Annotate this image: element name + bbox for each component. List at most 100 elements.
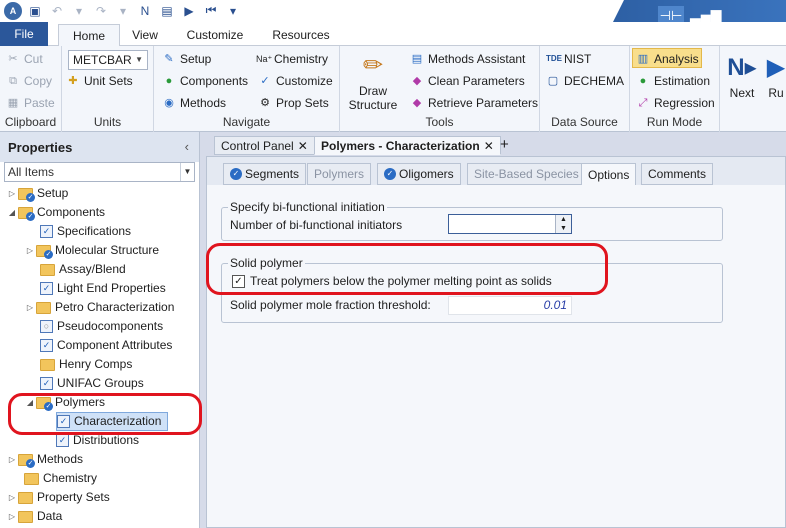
redo-icon[interactable]: ↷	[94, 4, 108, 18]
paste-button[interactable]: ▦ Paste	[6, 96, 55, 110]
tab-comments[interactable]: Comments	[641, 163, 714, 185]
unit-sets-button[interactable]: ✚ Unit Sets	[66, 74, 132, 88]
next-button[interactable]: N▸ Next	[724, 52, 760, 100]
spinner-icon[interactable]: ▲ ▼	[555, 215, 571, 233]
tree-node-pseudocomponents[interactable]: ○ Pseudocomponents	[40, 317, 163, 336]
chevron-left-icon[interactable]: ‹	[185, 139, 189, 154]
retrieve-parameters-button[interactable]: ◆ Retrieve Parameters	[410, 96, 538, 110]
run-icon[interactable]: ▶	[182, 4, 196, 18]
tree-node-data[interactable]: ▷ Data	[6, 507, 62, 526]
estimation-button[interactable]: ● Estimation	[636, 74, 710, 88]
regression-button[interactable]: ⤢ Regression	[636, 96, 715, 110]
folder-icon	[18, 491, 33, 504]
tree-node-property-sets[interactable]: ▷ Property Sets	[6, 488, 110, 507]
expand-icon[interactable]: ▷	[6, 184, 18, 203]
draw-structure-button[interactable]: ✏ Draw Structure	[346, 50, 400, 112]
analysis-icon: ▥	[637, 53, 649, 65]
methods-assistant-button[interactable]: ▤ Methods Assistant	[410, 52, 526, 66]
filter-combo[interactable]: All Items ▼	[4, 162, 195, 182]
dechema-button[interactable]: ▢ DECHEMA	[546, 74, 624, 88]
app-logo-icon[interactable]: A	[4, 2, 22, 20]
components-button[interactable]: ● Components	[162, 74, 248, 88]
dechema-icon: ▢	[547, 75, 559, 87]
undo-icon[interactable]: ↶	[50, 4, 64, 18]
close-icon[interactable]: ✕	[484, 139, 494, 153]
copy-button[interactable]: ⧉ Copy	[6, 74, 52, 88]
unit-sets-icon: ✚	[68, 75, 78, 87]
close-icon[interactable]: ✕	[298, 139, 308, 153]
tree-node-molecular-structure[interactable]: ▷Molecular Structure	[24, 241, 159, 260]
tab-segments[interactable]: ✓ Segments	[223, 163, 307, 185]
tab-oligomers[interactable]: ✓ Oligomers	[377, 163, 461, 185]
properties-pane: Properties ‹ All Items ▼ ▷Setup ◢Compone…	[0, 132, 200, 528]
add-tab-icon[interactable]: +	[494, 136, 515, 155]
expand-icon[interactable]: ▷	[24, 298, 36, 317]
pencil-icon: ✏	[362, 52, 384, 79]
customize-qat-icon[interactable]: ▾	[226, 4, 240, 18]
expand-icon[interactable]: ▷	[6, 450, 18, 469]
tree-node-unifac-groups[interactable]: ✓ UNIFAC Groups	[40, 374, 144, 393]
tab-resources[interactable]: Resources	[268, 24, 334, 46]
tree-node-polymers[interactable]: ◢Polymers	[24, 393, 105, 412]
tab-file[interactable]: File	[0, 22, 48, 46]
reset-icon[interactable]: ⏮	[204, 3, 218, 18]
bifunctional-initiators-input[interactable]: ▲ ▼	[448, 214, 572, 234]
tab-control-panel[interactable]: Control Panel ✕	[214, 136, 315, 155]
properties-header: Properties ‹	[0, 132, 199, 162]
options-form: Specify bi-functional initiation Number …	[207, 185, 785, 527]
prop-sets-button[interactable]: ⚙ Prop Sets	[258, 96, 329, 110]
chemistry-button[interactable]: Na⁺ Chemistry	[256, 52, 328, 66]
tree-node-component-attributes[interactable]: ✓ Component Attributes	[40, 336, 172, 355]
analysis-button[interactable]: ▥ Analysis	[636, 52, 699, 66]
customize-button[interactable]: ✓ Customize	[258, 74, 332, 88]
methods-button[interactable]: ◉ Methods	[162, 96, 226, 110]
threshold-input[interactable]: 0.01	[448, 296, 572, 315]
collapse-icon[interactable]: ◢	[24, 393, 36, 412]
tree-node-characterization[interactable]: ✓ Characterization	[56, 412, 169, 431]
tree-node-methods[interactable]: ▷Methods	[6, 450, 83, 469]
tree-node-light-end-properties[interactable]: ✓ Light End Properties	[40, 279, 166, 298]
expand-icon[interactable]: ▷	[6, 488, 18, 507]
dropdown-icon[interactable]: ▾	[116, 4, 130, 18]
tab-customize[interactable]: Customize	[180, 24, 250, 46]
tree-node-henry-comps[interactable]: Henry Comps	[40, 355, 132, 374]
tree-node-assay-blend[interactable]: Assay/Blend	[40, 260, 126, 279]
tree-node-petro-characterization[interactable]: ▷ Petro Characterization	[24, 298, 174, 317]
checked-form-icon: ✓	[40, 225, 53, 238]
folder-icon	[36, 301, 51, 314]
tab-home[interactable]: Home	[58, 24, 120, 47]
dropdown-icon[interactable]: ▾	[72, 4, 86, 18]
next-icon[interactable]: N	[138, 4, 152, 18]
tree-node-setup[interactable]: ▷Setup	[6, 184, 68, 203]
stream-table-icon[interactable]: ▤	[160, 4, 174, 18]
chemistry-icon: Na⁺	[256, 54, 273, 64]
tree-node-chemistry[interactable]: Chemistry	[24, 469, 97, 488]
checked-form-icon: ✓	[57, 415, 70, 428]
tab-polymers-characterization[interactable]: Polymers - Characterization ✕	[314, 136, 501, 155]
expand-icon[interactable]: ▷	[6, 507, 18, 526]
unit-set-combo[interactable]: METCBAR ▼	[68, 50, 148, 70]
clean-parameters-button[interactable]: ◆ Clean Parameters	[410, 74, 525, 88]
checked-form-icon: ✓	[40, 282, 53, 295]
save-icon[interactable]: ▣	[28, 4, 42, 18]
ribbon-tab-bar: File Home View Customize Resources	[0, 22, 786, 47]
treat-polymers-checkbox[interactable]: ✓	[232, 275, 245, 288]
tree-node-specifications[interactable]: ✓ Specifications	[40, 222, 131, 241]
solid-polymer-legend: Solid polymer	[228, 256, 305, 270]
prop-sets-icon: ⚙	[260, 97, 270, 109]
tab-site-based-species[interactable]: Site-Based Species	[467, 163, 586, 185]
tree-node-components[interactable]: ◢Components	[6, 203, 105, 222]
cut-button[interactable]: ✂ Cut	[6, 52, 42, 66]
tree-node-distributions[interactable]: ✓ Distributions	[56, 431, 139, 450]
tab-options[interactable]: Options	[581, 163, 637, 186]
signal-bars-icon[interactable]: ▂▄▆	[690, 6, 721, 23]
run-button[interactable]: ▶ Ru	[766, 52, 786, 100]
nist-button[interactable]: TDE NIST	[546, 52, 591, 66]
paste-icon: ▦	[7, 97, 19, 109]
tab-polymers[interactable]: Polymers	[307, 163, 372, 185]
expand-icon[interactable]: ▷	[24, 241, 36, 260]
group-label: Clipboard	[4, 115, 57, 129]
collapse-icon[interactable]: ◢	[6, 203, 18, 222]
setup-button[interactable]: ✎ Setup	[162, 52, 211, 66]
tab-view[interactable]: View	[124, 24, 166, 46]
